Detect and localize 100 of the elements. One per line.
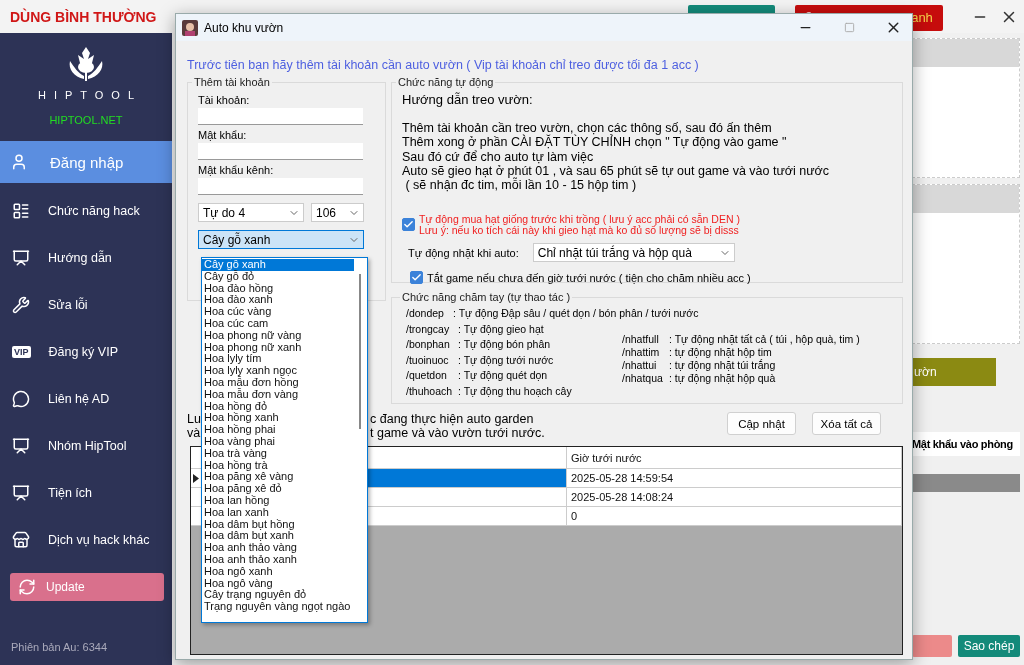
dropdown-option[interactable]: Hoa lyly tím [202,353,354,366]
update-button[interactable]: Cập nhật [727,412,796,435]
wrench-icon [12,295,30,314]
column-header: Mật khẩu vào phòng [912,432,1020,456]
dropdown-option[interactable]: Cây gỗ đỏ [202,270,354,283]
guide-text: Thêm xong ở phần CÀI ĐẶT TÙY CHỈNH chọn " Tự động vào game " [402,135,788,150]
dropdown-option[interactable]: Hoa phong nữ xanh [202,341,354,354]
dropdown-option[interactable]: Hoa dâm bụt hồng [202,518,354,531]
server-select[interactable]: Tự do 4 [198,203,304,222]
sidebar-item[interactable]: Sửa lỗi [0,281,172,328]
sidebar-item[interactable]: VIP Đăng ký VIP [0,328,172,375]
guide-text: ( sẽ nhận đc tim, mỗi lần 10 - 15 hộp tim ) [404,178,637,193]
field-label: Tài khoản: [198,94,251,106]
dropdown-option[interactable]: Hoa lyly xanh ngọc [202,365,354,377]
command-description: : tự động nhặt túi trắng [669,359,776,371]
storefront-icon [12,530,30,549]
dropdown-option[interactable]: Hoa păng xê đỏ [202,483,354,495]
easel-icon [12,436,30,455]
dropdown-option[interactable]: Hoa lan xanh [202,506,354,519]
group-title: Chức năng chăm tay (tự thao tác ) [401,291,572,303]
vip-icon: VIP [12,345,31,358]
input-field[interactable] [198,143,363,160]
command-description: : tự động nhặt hộp quà [669,372,776,384]
dropdown-option[interactable]: Hoa anh thảo vàng [202,542,354,554]
sidebar-item[interactable]: Nhóm HipTool [0,422,172,469]
field-label: Tự động nhặt khi auto: [408,247,519,259]
command-name: /thuhoach [406,384,454,397]
checkbox-label: Tắt game nếu chưa đến giờ tưới nước ( tiện cho chăm nhiều acc ) [427,272,751,284]
field-label: Mật khẩu kênh: [198,164,275,176]
checkbox[interactable] [402,218,415,232]
dropdown-option[interactable]: Cây trạng nguyên đỏ [202,589,354,602]
command-description: : Tự động Đập sâu / quét dọn / bón phân / tưới nước [453,307,699,319]
dropdown-option[interactable]: Hoa hồng phai [202,424,354,436]
checkbox[interactable] [410,271,423,285]
field-label: Mật khẩu: [198,129,248,141]
command-description: : Tự động quét dọn [458,369,548,382]
input-field[interactable] [198,178,363,195]
warning-text: Tự động mua hạt giống trước khi trồng ( lưu ý acc phải có sẵn DEN ) [419,214,740,225]
dropdown-option[interactable]: Hoa cúc vàng [202,306,354,318]
input-field[interactable] [198,108,363,125]
instruction-text: Trước tiên bạn hãy thêm tài khoản cần auto vườn ( Vip tài khoản chỉ treo được tối đa 1 acc ) [187,58,700,72]
sidebar-item[interactable]: Dịch vụ hack khác [0,516,172,563]
dropdown-option[interactable]: Hoa anh thảo xanh [202,553,354,566]
dropdown-option[interactable]: Hoa vàng phai [202,435,354,448]
plant-select[interactable]: Cây gỗ xanh [198,230,364,249]
dropdown-option[interactable]: Hoa trà vàng [202,447,354,460]
dropdown-option[interactable]: Hoa hồng đỏ [202,400,354,413]
pickup-select[interactable]: Chỉ nhặt túi trắng và hộp quà [532,243,735,263]
note-text: c đang thực hiện auto garden [370,412,534,426]
easel-icon [12,483,30,502]
guide-text: Auto sẽ gieo hạt ở phút 01 , và sau 65 phút sẽ tự out game và vào tưới nước [402,163,831,179]
number-select[interactable]: 106 [311,203,364,222]
dropdown-option[interactable]: Hoa lan hồng [202,494,354,507]
command-name: /tuoinuoc [406,353,450,366]
version-label: Phiên bản Au: 6344 [10,641,109,653]
dropdown-option[interactable]: Trạng nguyên vàng ngọt ngào [202,601,354,613]
sidebar-item[interactable]: Chức năng hack [0,187,172,234]
action-button[interactable]: ườn [912,358,996,386]
guide-heading: Hướng dẫn treo vườn: [402,92,534,107]
clear-all-button[interactable]: Xóa tất cả [812,412,881,435]
note-text: và [187,426,201,440]
command-name: /nhatfull [622,333,660,345]
command-description: : Tự động thu hoạch cây [458,384,572,397]
window-title: Auto khu vườn [204,20,285,35]
dropdown-option[interactable]: Hoa mẫu đơn vàng [202,388,354,401]
group-title: Chức năng tự động [397,76,495,88]
command-name: /nhatqua [622,372,664,384]
command-name: /dondep [406,307,445,319]
dropdown-option[interactable]: Hoa đào hồng [202,282,354,295]
guide-text: Thêm tài khoản cần treo vườn, chọn các thông số, sau đó ấn thêm [402,121,773,135]
dropdown-option[interactable]: Hoa mẫu đơn hồng [202,376,354,389]
dropdown-option[interactable]: Hoa ngô xanh [202,565,354,578]
command-name: /quetdon [406,369,448,382]
dropdown-option[interactable]: Hoa hồng trà [202,459,354,472]
app-title: DÙNG BÌNH THƯỜNG [10,8,158,25]
copy-button[interactable]: Sao chép [958,635,1020,657]
brand-name: HIPTOOL [36,89,143,101]
chat-icon [12,389,30,408]
dropdown-option[interactable]: Hoa dâm bụt xanh [202,530,354,543]
dropdown-option[interactable]: Hoa đào xanh [202,294,354,307]
refresh-icon [18,578,36,596]
note-text: Lu [187,412,201,426]
command-description: : Tự động gieo hạt [458,322,544,335]
dropdown-option[interactable]: Hoa hồng xanh [202,412,354,425]
scrollbar-thumb[interactable] [359,274,361,429]
easel-icon [12,248,30,267]
sidebar-item[interactable]: Hướng dẫn [0,234,172,281]
dropdown-option[interactable]: Hoa cúc cam [202,318,354,330]
site-link[interactable]: HIPTOOL.NET [49,114,123,126]
app-icon [182,19,198,36]
command-name: /trongcay [406,322,451,335]
sidebar-item[interactable]: Liên hệ AD [0,375,172,422]
dropdown-option[interactable]: Hoa păng xê vàng [202,471,354,484]
dropdown-option[interactable]: Hoa phong nữ vàng [202,329,354,342]
command-name: /nhattui [622,359,658,371]
group-title: Thêm tài khoản [193,76,271,88]
command-name: /nhattim [622,346,661,358]
command-name: /bonphan [406,338,451,351]
dropdown-option[interactable]: Hoa ngô vàng [202,577,354,590]
sidebar-item[interactable]: Tiện ích [0,469,172,516]
